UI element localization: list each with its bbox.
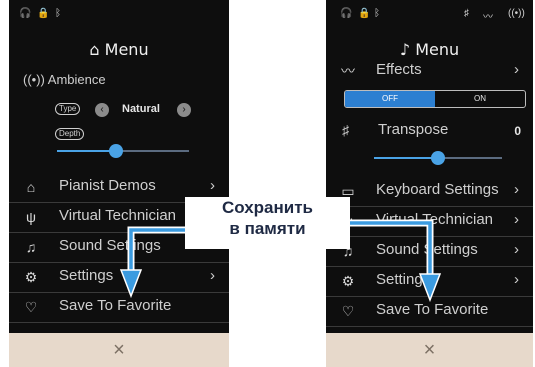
caption-line-1: Сохранить [221, 198, 314, 217]
caption-box: Сохранить в памяти [185, 197, 350, 249]
arrows-overlay [119, 201, 442, 303]
caption-line-2: в памяти [229, 219, 306, 238]
right-arrow [350, 219, 442, 303]
